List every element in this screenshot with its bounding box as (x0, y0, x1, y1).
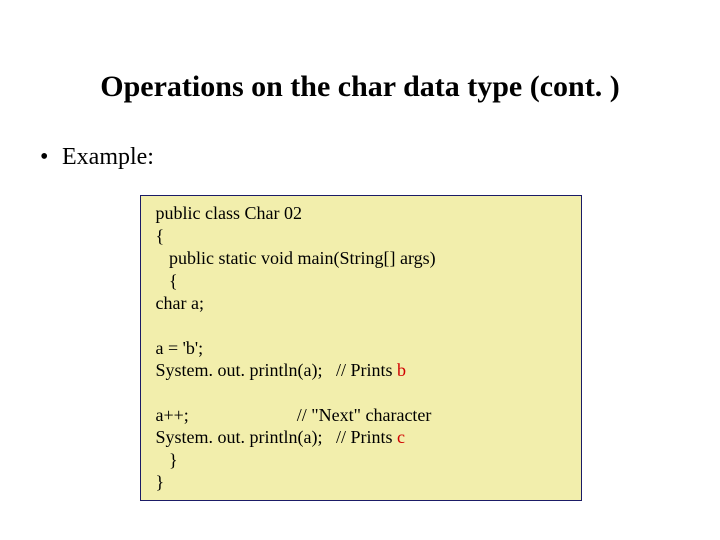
code-line: } (151, 449, 571, 472)
page-title: Operations on the char data type (cont. … (70, 70, 650, 104)
code-line: a++; // "Next" character (151, 404, 571, 427)
code-line: System. out. println(a); // Prints b (151, 359, 571, 382)
code-line: } (151, 471, 571, 494)
code-blank-line (151, 315, 571, 337)
example-bullet: • Example: (40, 144, 690, 171)
code-highlight: c (397, 427, 405, 447)
code-block: public class Char 02 { public static voi… (140, 195, 582, 501)
code-line: System. out. println(a); // Prints c (151, 426, 571, 449)
code-line: public static void main(String[] args) (151, 247, 571, 270)
code-line: { (151, 270, 571, 293)
code-line: { (151, 225, 571, 248)
code-blank-line (151, 382, 571, 404)
code-line: public class Char 02 (151, 202, 571, 225)
code-text: System. out. println(a); // Prints (151, 360, 397, 380)
slide: Operations on the char data type (cont. … (0, 0, 720, 540)
code-line: char a; (151, 292, 571, 315)
bullet-label: Example: (62, 144, 154, 171)
code-highlight: b (397, 360, 406, 380)
code-text: System. out. println(a); // Prints (151, 427, 397, 447)
bullet-dot-icon: • (40, 144, 62, 171)
code-line: a = 'b'; (151, 337, 571, 360)
